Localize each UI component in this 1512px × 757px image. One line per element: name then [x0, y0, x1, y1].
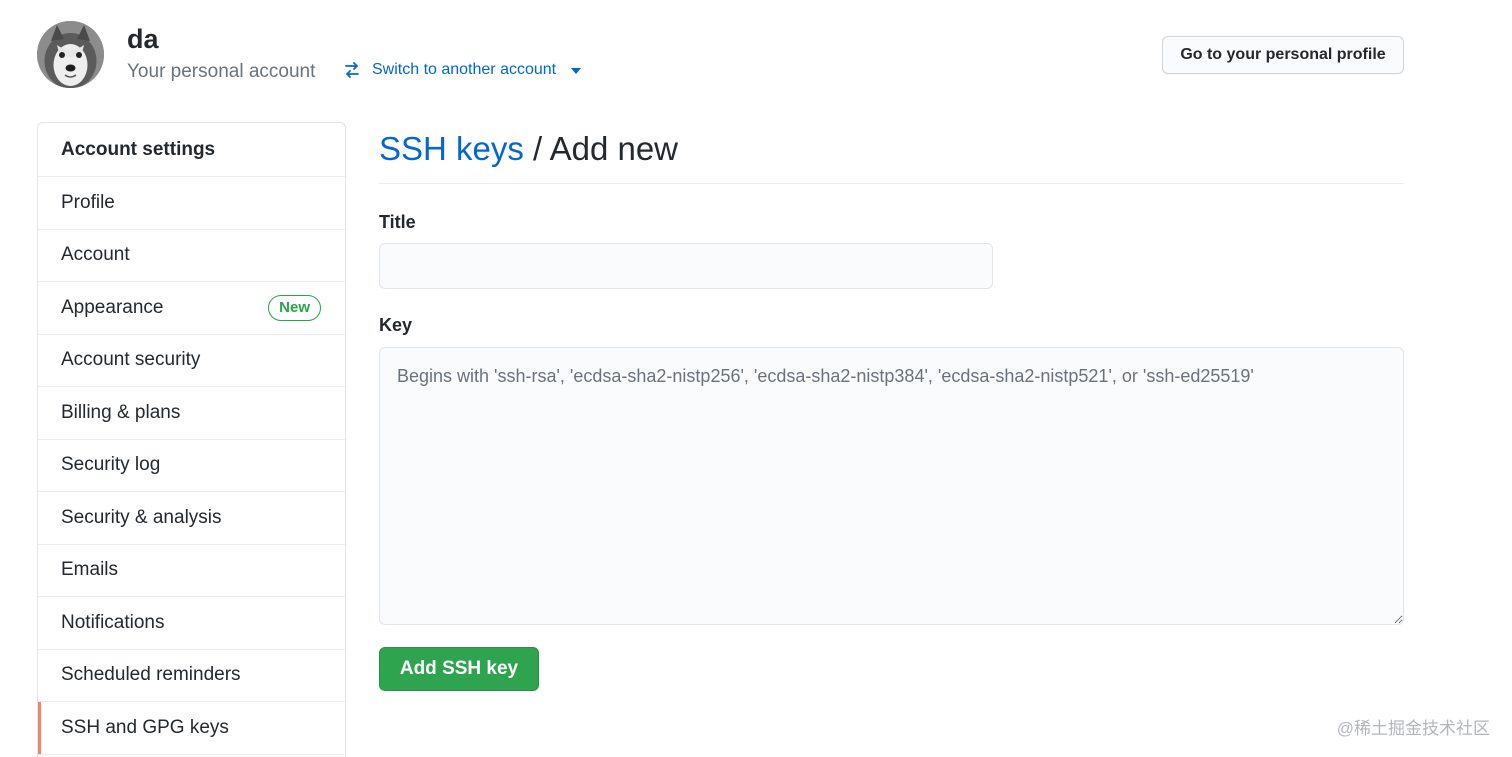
switch-account-link[interactable]: Switch to another account: [342, 60, 582, 80]
sidebar-item-billing[interactable]: Billing & plans: [38, 387, 345, 440]
sidebar-item-label: Emails: [61, 559, 119, 581]
sidebar-item-appearance[interactable]: Appearance New: [38, 282, 345, 335]
key-textarea[interactable]: [379, 347, 1404, 625]
page-title: SSH keys / Add new: [379, 122, 1404, 184]
sidebar-item-label: Account security: [61, 349, 201, 371]
sidebar-item-emails[interactable]: Emails: [38, 545, 345, 597]
sidebar-item-account[interactable]: Account: [38, 230, 345, 282]
husky-avatar-icon: [37, 21, 104, 88]
caret-down-icon: [571, 68, 582, 74]
sidebar-item-label: Billing & plans: [61, 401, 181, 423]
user-name: da: [127, 24, 159, 54]
sidebar-item-scheduled-reminders[interactable]: Scheduled reminders: [38, 650, 345, 702]
sidebar-item-label: Security log: [61, 454, 161, 476]
go-to-profile-button[interactable]: Go to your personal profile: [1162, 36, 1404, 74]
sidebar-item-label: Scheduled reminders: [61, 664, 241, 686]
sidebar-item-label: Appearance: [61, 296, 164, 318]
account-header: da Your personal account Switch to anoth…: [0, 0, 1512, 100]
add-ssh-key-button[interactable]: Add SSH key: [379, 647, 539, 691]
arrow-switch-icon: [342, 60, 362, 80]
new-badge: New: [268, 294, 321, 321]
settings-sidebar: Account settings Profile Account Appeara…: [37, 122, 346, 757]
sidebar-heading: Account settings: [38, 123, 345, 177]
main-content: SSH keys / Add new Title Key Add SSH key: [379, 122, 1404, 691]
sidebar-item-label: Notifications: [61, 611, 165, 633]
switch-account-label: Switch to another account: [372, 61, 557, 78]
key-label: Key: [379, 315, 413, 335]
sidebar-item-label: SSH and GPG keys: [61, 716, 229, 738]
watermark: @稀土掘金技术社区: [1336, 719, 1490, 738]
sidebar-item-security-log[interactable]: Security log: [38, 440, 345, 492]
title-label: Title: [379, 212, 416, 232]
avatar[interactable]: [37, 21, 104, 88]
breadcrumb-separator: /: [533, 130, 543, 167]
breadcrumb-ssh-keys-link[interactable]: SSH keys: [379, 130, 524, 167]
sidebar-item-ssh-gpg-keys[interactable]: SSH and GPG keys: [38, 702, 345, 755]
breadcrumb-current: Add new: [549, 130, 679, 167]
sidebar-item-account-security[interactable]: Account security: [38, 335, 345, 387]
sidebar-item-label: Account: [61, 244, 130, 266]
sidebar-item-notifications[interactable]: Notifications: [38, 597, 345, 650]
sidebar-item-label: Profile: [61, 191, 115, 213]
sidebar-item-security-analysis[interactable]: Security & analysis: [38, 492, 345, 545]
title-input[interactable]: [379, 243, 993, 289]
account-type-label: Your personal account: [127, 61, 316, 82]
sidebar-item-label: Security & analysis: [61, 506, 222, 528]
sidebar-item-profile[interactable]: Profile: [38, 177, 345, 230]
